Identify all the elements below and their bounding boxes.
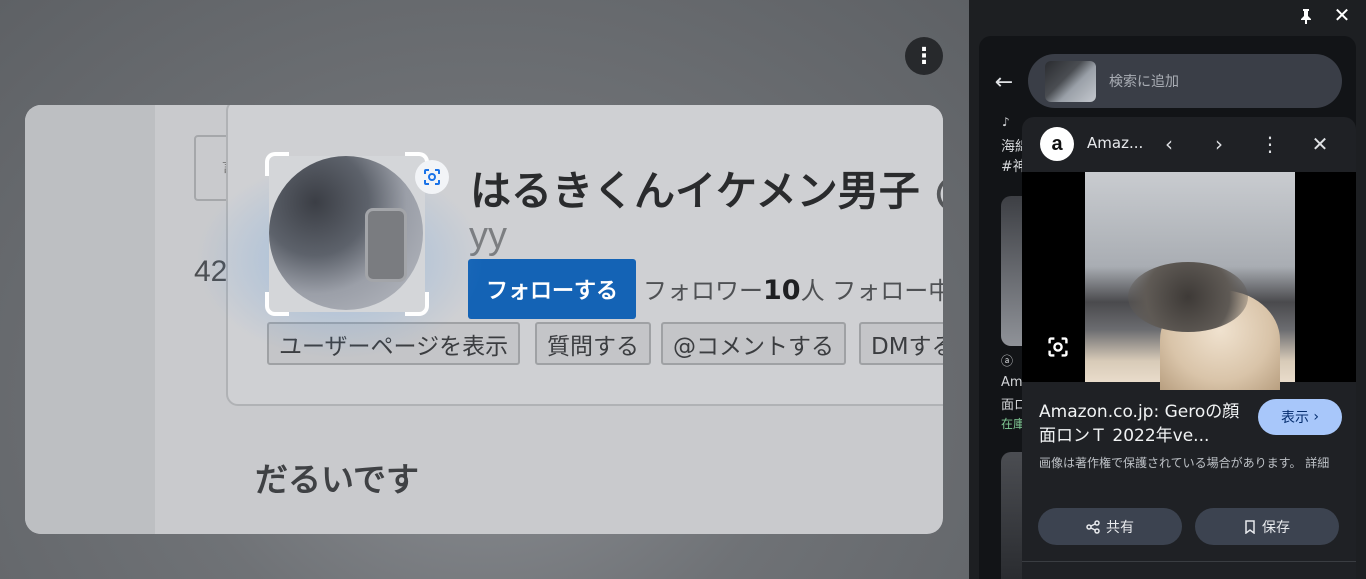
avatar-phone-shape <box>365 208 407 282</box>
close-icon[interactable]: ✕ <box>1332 3 1352 27</box>
share-button[interactable]: 共有 <box>1038 508 1182 545</box>
follow-stats: フォロワー10人 フォロー中 <box>643 275 943 306</box>
card-left-strip <box>25 105 155 534</box>
source-name: Amaz... <box>1087 134 1144 152</box>
selection-corner-handle[interactable] <box>265 152 289 176</box>
selection-corner-handle[interactable] <box>265 292 289 316</box>
avatar <box>269 156 423 310</box>
view-button[interactable]: 表示 › <box>1258 399 1342 435</box>
dimmed-web-page: ⋮ 言 42 はるきくんイケメン男子 @ yy フォローする フォロワー10人 … <box>0 0 969 579</box>
tiktok-icon: ♪ <box>1002 115 1010 129</box>
divider <box>1022 561 1356 562</box>
profile-card: 言 42 はるきくんイケメン男子 @ yy フォローする フォロワー10人 フォ… <box>25 105 943 534</box>
share-icon <box>1086 519 1100 534</box>
pin-icon[interactable] <box>1296 6 1316 26</box>
mention-comment-button[interactable]: @コメントする <box>661 322 846 365</box>
result-text: Am <box>1001 375 1023 390</box>
chevron-left-icon[interactable]: ‹ <box>1157 132 1181 156</box>
copyright-notice: 画像は著作権で保護されている場合があります。 詳細 <box>1039 456 1330 470</box>
more-vert-icon[interactable]: ⋮ <box>1258 132 1282 156</box>
back-arrow-icon[interactable]: ← <box>992 70 1016 95</box>
amazon-icon: ⓐ <box>1001 354 1014 368</box>
more-vert-icon[interactable]: ⋮ <box>905 37 943 75</box>
result-image-hair <box>1128 262 1248 332</box>
username: はるきくんイケメン男子 @ <box>470 167 943 215</box>
dm-button[interactable]: DMする <box>859 322 943 365</box>
bookmark-icon <box>1245 519 1255 534</box>
ask-question-button[interactable]: 質問する <box>535 322 651 365</box>
selection-corner-handle[interactable] <box>405 292 429 316</box>
lens-icon[interactable] <box>415 160 449 194</box>
search-placeholder: 検索に追加 <box>1109 74 1179 90</box>
amazon-logo-icon: a <box>1040 127 1074 161</box>
post-text: だるいです <box>255 460 420 499</box>
chevron-right-icon[interactable]: › <box>1207 132 1231 156</box>
close-icon[interactable]: ✕ <box>1308 132 1332 156</box>
save-button[interactable]: 保存 <box>1195 508 1339 545</box>
lens-icon[interactable] <box>1046 335 1070 359</box>
search-image-thumbnail[interactable] <box>1045 61 1096 102</box>
lens-selection-region[interactable] <box>265 152 429 316</box>
result-title[interactable]: Amazon.co.jp: Geroの顔面ロンＴ 2022年ve... <box>1039 400 1249 448</box>
follow-button[interactable]: フォローする <box>468 259 636 319</box>
